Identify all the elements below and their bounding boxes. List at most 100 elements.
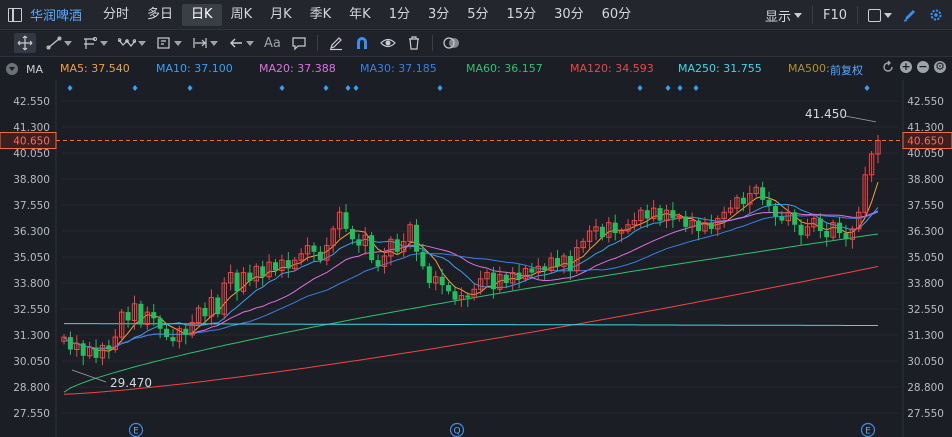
candle bbox=[189, 314, 195, 339]
stock-name[interactable]: 华润啤酒 bbox=[30, 5, 82, 24]
compare-tool[interactable] bbox=[443, 35, 461, 51]
candle bbox=[125, 306, 131, 328]
reset-icon[interactable] bbox=[881, 60, 895, 74]
ma10-value: MA10: 37.100 bbox=[156, 62, 233, 75]
zoom-out-icon[interactable]: − bbox=[917, 61, 929, 73]
candle-body bbox=[164, 328, 170, 338]
candle-body bbox=[394, 239, 400, 252]
y-tick-label-left: 33.800 bbox=[13, 278, 50, 290]
candle-body bbox=[93, 347, 99, 358]
delete-tool[interactable] bbox=[406, 35, 422, 51]
candle-body bbox=[779, 216, 785, 221]
tab-period[interactable]: 多日 bbox=[138, 4, 182, 26]
tab-period[interactable]: 60分 bbox=[593, 4, 641, 26]
candle bbox=[170, 328, 176, 347]
candle-body bbox=[503, 274, 509, 283]
collapse-icon[interactable] bbox=[6, 63, 18, 75]
channel-tool[interactable] bbox=[82, 35, 108, 51]
tab-period[interactable]: 15分 bbox=[498, 4, 546, 26]
tab-period[interactable]: 5分 bbox=[458, 4, 497, 26]
layout-menu[interactable] bbox=[868, 8, 892, 22]
candle bbox=[766, 191, 772, 214]
settings-button[interactable] bbox=[928, 7, 944, 23]
event-marker: E bbox=[860, 422, 876, 437]
candle bbox=[772, 202, 778, 226]
event-diamond bbox=[693, 85, 699, 91]
candle bbox=[734, 194, 740, 214]
event-diamond bbox=[353, 85, 359, 91]
range-icon bbox=[193, 38, 207, 48]
period-tabs: 分时 多日 日K 周K 月K 季K 年K 1分 3分 5分 15分 30分 60分 bbox=[94, 3, 641, 26]
event-diamond bbox=[637, 85, 643, 91]
candle bbox=[260, 260, 266, 287]
candle bbox=[151, 304, 157, 326]
candle-body bbox=[420, 251, 426, 267]
crosshair-tool[interactable] bbox=[14, 33, 36, 53]
candle-body bbox=[234, 272, 240, 292]
candle bbox=[324, 237, 330, 266]
trendline-icon bbox=[46, 36, 62, 50]
tab-period[interactable]: 年K bbox=[340, 4, 380, 26]
y-tick-label-left: 32.550 bbox=[13, 304, 50, 316]
event-diamond bbox=[345, 85, 351, 91]
candle bbox=[503, 271, 509, 289]
tab-period[interactable]: 季K bbox=[301, 4, 341, 26]
candle bbox=[612, 214, 618, 241]
candle bbox=[727, 200, 734, 216]
y-tick-label-left: 40.050 bbox=[13, 148, 50, 160]
candle bbox=[311, 242, 317, 262]
visibility-tool[interactable] bbox=[380, 35, 396, 51]
window-icon bbox=[868, 8, 881, 22]
tab-period[interactable]: 月K bbox=[261, 4, 301, 26]
display-label: 显示 bbox=[764, 9, 791, 25]
candle bbox=[131, 295, 138, 330]
magnet-tool[interactable] bbox=[354, 35, 370, 51]
candle bbox=[785, 204, 791, 226]
candle bbox=[356, 233, 362, 253]
pattern-icon bbox=[118, 38, 136, 47]
kline-chart[interactable]: 42.55041.30040.05038.80037.55036.30035.0… bbox=[0, 80, 952, 437]
f10-button[interactable]: F10 bbox=[823, 8, 847, 23]
display-menu[interactable]: 显示 bbox=[765, 6, 802, 25]
candle bbox=[548, 252, 554, 274]
adjust-mode-button[interactable]: 前复权 bbox=[830, 62, 863, 78]
y-tick-label-left: 36.300 bbox=[13, 226, 50, 238]
tab-period[interactable]: 1分 bbox=[380, 4, 419, 26]
toggle-icon bbox=[443, 37, 459, 49]
sidebar-toggle-icon[interactable] bbox=[8, 7, 22, 22]
event-diamond bbox=[665, 85, 671, 91]
pattern-tool[interactable] bbox=[118, 35, 146, 51]
candle bbox=[253, 263, 259, 289]
settings-icon[interactable]: ⚙ bbox=[934, 61, 946, 73]
event-diamond bbox=[864, 85, 870, 91]
measure-tool[interactable] bbox=[156, 35, 182, 51]
candle bbox=[144, 306, 151, 330]
pencil-tool[interactable] bbox=[328, 35, 344, 51]
tab-period[interactable]: 日K bbox=[182, 3, 222, 26]
candle bbox=[215, 294, 221, 318]
text-tool[interactable]: Aa bbox=[264, 36, 281, 51]
tab-period[interactable]: 3分 bbox=[419, 4, 458, 26]
event-marker-label: E bbox=[133, 427, 139, 437]
range-tool[interactable] bbox=[192, 35, 218, 51]
candle-body bbox=[760, 187, 766, 200]
candle bbox=[74, 335, 80, 357]
candle-body bbox=[670, 210, 676, 219]
zoom-in-icon[interactable]: + bbox=[900, 61, 912, 73]
draw-pen-button[interactable] bbox=[902, 7, 918, 23]
arrow-tool[interactable] bbox=[228, 35, 254, 51]
candle bbox=[721, 206, 727, 228]
candle-body bbox=[369, 235, 375, 261]
ma120-value: MA120: 34.593 bbox=[570, 62, 654, 75]
event-diamond bbox=[187, 85, 193, 91]
comment-tool[interactable] bbox=[291, 35, 307, 51]
candle-body bbox=[426, 266, 432, 283]
ma-label[interactable]: MA bbox=[26, 63, 43, 76]
high-price-label: 41.450 bbox=[805, 107, 847, 121]
tab-period[interactable]: 周K bbox=[222, 4, 262, 26]
candle-body bbox=[837, 222, 843, 234]
trendline-tool[interactable] bbox=[46, 35, 72, 51]
tab-period[interactable]: 分时 bbox=[94, 4, 138, 26]
candle bbox=[426, 263, 432, 289]
tab-period[interactable]: 30分 bbox=[545, 4, 593, 26]
